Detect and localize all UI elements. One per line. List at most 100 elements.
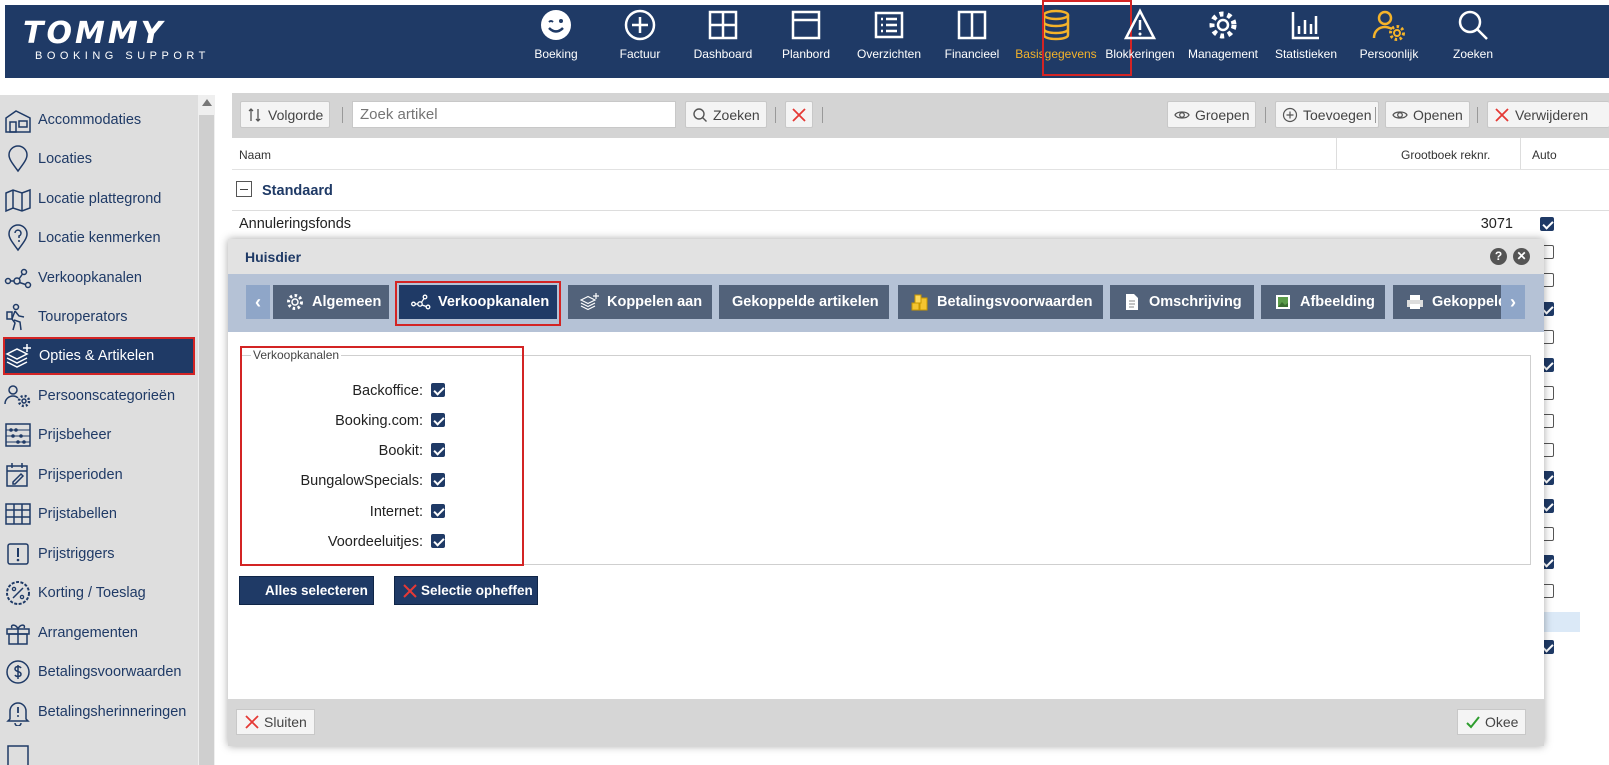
auto-checkbox[interactable]: [1540, 217, 1554, 231]
sidebar-item-touroperators[interactable]: Touroperators: [4, 298, 196, 336]
sidebar-item-label: Arrangementen: [38, 625, 138, 641]
help-icon[interactable]: ?: [1490, 248, 1507, 265]
group-row[interactable]: Standaard: [232, 171, 1609, 211]
percent-badge-icon: [6, 581, 30, 605]
sidebar-item-betalingsherinneringen[interactable]: Betalingsherinneringen: [4, 693, 196, 731]
sidebar-item-label: Locatie plattegrond: [38, 191, 162, 207]
nav-dashboard[interactable]: Dashboard: [680, 0, 766, 73]
column-ledger[interactable]: Grootboek reknr.: [1401, 148, 1490, 162]
channels-highlight: [240, 346, 524, 566]
dialog-title: Huisdier: [245, 249, 302, 265]
open-button[interactable]: Openen: [1385, 101, 1470, 128]
collapse-icon[interactable]: [236, 181, 252, 197]
building-icon: [5, 110, 31, 133]
add-button[interactable]: Toevoegen: [1275, 101, 1379, 128]
nav-overzichten[interactable]: Overzichten: [846, 0, 932, 73]
scrollbar-thumb[interactable]: [199, 115, 214, 765]
nav-boeking[interactable]: Boeking: [513, 0, 599, 73]
dollar-circle-icon: [6, 660, 30, 684]
table-row[interactable]: Annuleringsfonds 3071: [232, 212, 1609, 240]
close-icon: [403, 583, 417, 598]
tab-scroll-left-icon[interactable]: ‹: [246, 285, 270, 319]
tab-label: Gekoppelde artikelen: [732, 294, 879, 310]
gear-icon: [1209, 11, 1237, 39]
sidebar-item-label: Locatie kenmerken: [38, 230, 161, 246]
columns-icon: [957, 10, 987, 40]
sidebar-scrollbar[interactable]: [198, 95, 215, 765]
close-icon: [1495, 107, 1509, 122]
sidebar: Accommodaties Locaties Locatie plattegro…: [0, 95, 198, 765]
column-name[interactable]: Naam: [239, 148, 271, 162]
nav-blokkeringen[interactable]: Blokkeringen: [1097, 0, 1183, 73]
nav-zoeken[interactable]: Zoeken: [1430, 0, 1516, 73]
ok-button[interactable]: Okee: [1457, 709, 1527, 735]
scroll-up-arrow-icon[interactable]: [202, 99, 212, 106]
clear-search-button[interactable]: [785, 101, 813, 128]
tab-afbeelding[interactable]: Afbeelding: [1261, 285, 1385, 319]
sidebar-item-opties-artikelen[interactable]: Opties & Artikelen: [3, 337, 195, 375]
sidebar-item-accommodaties[interactable]: Accommodaties: [4, 101, 196, 139]
dialog-title-bar[interactable]: Huisdier ? ✕: [228, 239, 1544, 274]
sidebar-item-korting-toeslag[interactable]: Korting / Toeslag: [4, 574, 196, 612]
nav-financieel[interactable]: Financieel: [929, 0, 1015, 73]
select-all-button[interactable]: Alles selecteren: [239, 576, 374, 605]
clear-selection-label: Selectie opheffen: [421, 583, 533, 598]
nav-label: Blokkeringen: [1105, 47, 1175, 61]
board-icon: [791, 10, 821, 40]
article-search-input[interactable]: [352, 101, 676, 128]
gift-icon: [6, 624, 30, 645]
sidebar-item-next[interactable]: [4, 735, 196, 765]
grid-icon: [708, 10, 738, 40]
column-auto[interactable]: Auto: [1532, 148, 1557, 162]
close-dialog-button[interactable]: Sluiten: [236, 709, 315, 735]
logo[interactable]: TOMMY BOOKING SUPPORT: [23, 19, 210, 63]
selected-row-highlight: [1540, 612, 1580, 632]
ok-button-label: Okee: [1485, 714, 1519, 730]
sidebar-item-label: Locaties: [38, 151, 93, 167]
tab-koppelen-aan[interactable]: Koppelen aan: [568, 285, 712, 319]
sort-order-label: Volgorde: [268, 106, 324, 123]
sidebar-item-prijsbeheer[interactable]: Prijsbeheer: [4, 416, 196, 454]
sort-arrows-icon: [248, 107, 261, 122]
nav-factuur[interactable]: Factuur: [597, 0, 683, 73]
tab-scroll-right-icon[interactable]: ›: [1501, 285, 1525, 319]
nav-management[interactable]: Management: [1180, 0, 1266, 73]
sidebar-item-label: Betalingsherinneringen: [38, 704, 187, 720]
open-button-label: Openen: [1413, 106, 1463, 123]
groups-button[interactable]: Groepen: [1167, 101, 1257, 128]
smiley-icon: [541, 10, 571, 40]
sidebar-item-label: Prijstriggers: [38, 546, 115, 562]
tab-betalingsvoorwaarden[interactable]: Betalingsvoorwaarden: [898, 285, 1103, 319]
dialog-close-icon[interactable]: ✕: [1513, 248, 1530, 265]
nav-statistieken[interactable]: Statistieken: [1263, 0, 1349, 73]
sidebar-item-label: Betalingsvoorwaarden: [38, 664, 182, 680]
map-icon: [5, 188, 31, 213]
tab-label: Afbeelding: [1300, 294, 1375, 310]
sidebar-item-prijsperioden[interactable]: Prijsperioden: [4, 456, 196, 494]
sidebar-item-persoonscategorieen[interactable]: Persoonscategorieën: [4, 377, 196, 415]
sidebar-item-verkoopkanalen[interactable]: Verkoopkanalen: [4, 259, 196, 297]
nav-persoonlijk[interactable]: Persoonlijk: [1346, 0, 1432, 73]
tab-algemeen[interactable]: Algemeen: [273, 285, 389, 319]
sidebar-item-betalingsvoorwaarden[interactable]: Betalingsvoorwaarden: [4, 653, 196, 691]
tab-label: Koppelen aan: [607, 294, 703, 310]
nav-label: Financieel: [944, 47, 1000, 61]
sidebar-item-locatie-kenmerken[interactable]: Locatie kenmerken: [4, 219, 196, 257]
sidebar-item-locaties[interactable]: Locaties: [4, 140, 196, 178]
clear-selection-button[interactable]: Selectie opheffen: [394, 576, 538, 605]
tab-gekoppelde[interactable]: Gekoppelde: [1393, 285, 1503, 319]
search-button[interactable]: Zoeken: [685, 101, 767, 128]
nav-label: Management: [1187, 47, 1259, 61]
tab-omschrijving[interactable]: Omschrijving: [1110, 285, 1254, 319]
sidebar-item-arrangementen[interactable]: Arrangementen: [4, 614, 196, 652]
delete-button[interactable]: Verwijderen: [1487, 101, 1609, 128]
close-icon: [792, 107, 806, 122]
sidebar-item-prijstriggers[interactable]: Prijstriggers: [4, 535, 196, 573]
sidebar-item-locatie-plattegrond[interactable]: Locatie plattegrond: [4, 180, 196, 218]
sidebar-item-prijstabellen[interactable]: Prijstabellen: [4, 495, 196, 533]
tab-gekoppelde-artikelen[interactable]: Gekoppelde artikelen: [719, 285, 889, 319]
tab-label: Gekoppelde: [1432, 294, 1503, 310]
logo-sub-text: BOOKING SUPPORT: [35, 50, 210, 62]
sort-order-button[interactable]: Volgorde: [240, 101, 331, 128]
nav-planbord[interactable]: Planbord: [763, 0, 849, 73]
